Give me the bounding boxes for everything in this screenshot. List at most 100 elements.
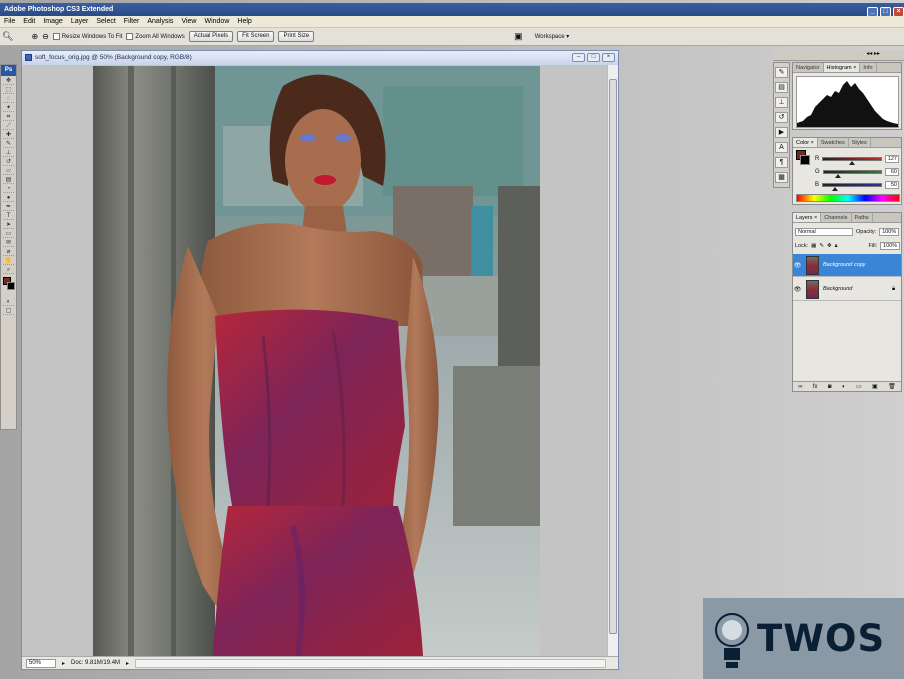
channel-value[interactable]: 50 — [885, 181, 899, 189]
channel-value[interactable]: 60 — [885, 168, 899, 176]
horizontal-scrollbar[interactable] — [135, 658, 606, 668]
zoom-all-checkbox[interactable] — [126, 33, 134, 40]
visibility-eye-icon[interactable]: 👁︎ — [793, 262, 802, 269]
background-color-swatch[interactable] — [800, 155, 810, 165]
tab-navigator[interactable]: Navigator — [793, 63, 824, 72]
slider-knob[interactable] — [831, 187, 838, 191]
brush-tool-icon[interactable]: ✎ — [3, 140, 14, 148]
blur-tool-icon[interactable]: ◔ — [3, 185, 14, 193]
history-brush-icon[interactable]: ↺ — [3, 158, 14, 166]
color-slider-b[interactable]: B 50 — [815, 179, 899, 191]
bridge-icon[interactable]: ▣ — [514, 31, 523, 42]
slider-track[interactable] — [822, 170, 883, 178]
fg-bg-swatches[interactable] — [796, 150, 810, 166]
eraser-tool-icon[interactable]: ▱ — [3, 167, 14, 175]
photo-canvas[interactable] — [93, 66, 540, 656]
shape-tool-icon[interactable]: ▭ — [3, 230, 14, 238]
menu-image[interactable]: Image — [43, 18, 62, 25]
lock-position-icon[interactable]: ✥ — [827, 243, 832, 249]
actual-pixels-button[interactable]: Actual Pixels — [188, 31, 234, 42]
hand-tool-icon[interactable]: ✋ — [3, 257, 14, 265]
layer-style-icon[interactable]: fx — [813, 384, 818, 390]
document-titlebar[interactable]: soft_focus_orig.jpg @ 50% (Background co… — [22, 51, 618, 65]
zoom-all-option[interactable]: Zoom All Windows — [126, 33, 185, 40]
doc-maximize-button[interactable]: □ — [587, 53, 600, 62]
zoom-in-icon[interactable]: ⊕ — [31, 32, 38, 41]
menu-analysis[interactable]: Analysis — [147, 18, 173, 25]
tool-presets-icon[interactable]: ▤ — [775, 82, 788, 93]
opacity-field[interactable]: 100% — [879, 228, 900, 236]
blend-mode-select[interactable]: Normal — [795, 228, 853, 236]
crop-tool-icon[interactable]: ⌗ — [3, 113, 14, 121]
layer-comps-icon[interactable]: ▦ — [775, 172, 788, 183]
clone-stamp-icon[interactable]: ⊥ — [3, 149, 14, 157]
pen-tool-icon[interactable]: ✒ — [3, 203, 14, 211]
dodge-tool-icon[interactable]: ● — [3, 194, 14, 202]
menu-help[interactable]: Help — [237, 18, 251, 25]
menu-select[interactable]: Select — [96, 18, 115, 25]
gradient-tool-icon[interactable]: ▤ — [3, 176, 14, 184]
color-spectrum[interactable] — [796, 194, 900, 202]
screen-mode-icon[interactable]: ▢ — [3, 307, 14, 315]
layer-row-background-copy[interactable]: 👁︎ Background copy — [793, 254, 901, 277]
healing-brush-icon[interactable]: ✚ — [3, 131, 14, 139]
slice-tool-icon[interactable]: ⟋ — [3, 122, 14, 130]
vertical-scrollbar[interactable] — [607, 65, 618, 657]
resize-windows-checkbox[interactable] — [52, 33, 60, 40]
brushes-icon[interactable]: ✎ — [775, 67, 788, 78]
eyedropper-icon[interactable]: ⌀ — [3, 248, 14, 256]
character-icon[interactable]: A — [775, 142, 788, 153]
delete-layer-icon[interactable]: 🗑︎ — [888, 383, 896, 390]
color-swatches-icon[interactable] — [3, 277, 15, 295]
quick-mask-icon[interactable]: ◐ — [3, 298, 14, 306]
doc-close-button[interactable]: × — [602, 53, 615, 62]
type-tool-icon[interactable]: T — [3, 212, 14, 220]
channel-value[interactable]: 127 — [885, 155, 899, 163]
tab-color[interactable]: Color × — [793, 138, 818, 147]
slider-track[interactable] — [822, 183, 882, 191]
magic-wand-icon[interactable]: ✦ — [3, 104, 14, 112]
tab-histogram[interactable]: Histogram × — [823, 63, 861, 72]
new-group-icon[interactable]: ▭ — [856, 383, 862, 390]
notes-tool-icon[interactable]: ✉ — [3, 239, 14, 247]
lock-image-icon[interactable]: ✎ — [819, 243, 824, 249]
fit-screen-button[interactable]: Fit Screen — [237, 31, 275, 42]
new-layer-icon[interactable]: ▣ — [872, 383, 878, 390]
canvas-area[interactable] — [22, 65, 608, 657]
tab-swatches[interactable]: Swatches — [818, 138, 849, 147]
vertical-scroll-thumb[interactable] — [609, 79, 617, 634]
lasso-tool-icon[interactable]: ◌ — [3, 95, 14, 103]
doc-minimize-button[interactable]: – — [572, 53, 585, 62]
layer-row-background[interactable]: 👁︎ Background 🔒︎ — [793, 278, 901, 301]
zoom-tool-icon[interactable]: 🔍︎ — [2, 31, 13, 42]
zoom-tool-box-icon[interactable]: ⌕ — [3, 266, 14, 274]
status-menu-icon[interactable]: ▸ — [62, 660, 65, 667]
visibility-eye-icon[interactable]: 👁︎ — [793, 286, 802, 293]
menu-layer[interactable]: Layer — [71, 18, 89, 25]
layer-mask-icon[interactable]: ◙ — [828, 384, 832, 390]
resize-windows-option[interactable]: Resize Windows To Fit — [52, 33, 122, 40]
color-slider-g[interactable]: G 60 — [815, 166, 899, 178]
menu-edit[interactable]: Edit — [23, 18, 35, 25]
marquee-tool-icon[interactable]: ⬚ — [3, 86, 14, 94]
history-icon[interactable]: ↺ — [775, 112, 788, 123]
menu-file[interactable]: File — [4, 18, 15, 25]
tab-info[interactable]: Info — [860, 63, 877, 72]
tab-channels[interactable]: Channels — [821, 213, 852, 222]
status-arrow-icon[interactable]: ▸ — [126, 660, 129, 667]
actions-icon[interactable]: ▶ — [775, 127, 788, 138]
zoom-out-icon[interactable]: ⊖ — [42, 32, 49, 41]
tab-paths[interactable]: Paths — [852, 213, 873, 222]
color-slider-r[interactable]: R 127 — [815, 153, 899, 165]
link-layers-icon[interactable]: ∞ — [798, 384, 802, 390]
tab-styles[interactable]: Styles — [849, 138, 871, 147]
adjustment-layer-icon[interactable]: ◐ — [842, 384, 846, 390]
slider-track[interactable] — [822, 157, 883, 165]
move-tool-icon[interactable]: ✥ — [3, 77, 14, 85]
menu-window[interactable]: Window — [204, 18, 229, 25]
print-size-button[interactable]: Print Size — [278, 31, 315, 42]
workspace-menu[interactable]: Workspace ▾ — [535, 33, 570, 40]
menu-filter[interactable]: Filter — [124, 18, 140, 25]
lock-all-icon[interactable]: 🔒︎ — [835, 243, 838, 250]
lock-transparency-icon[interactable]: ▦ — [811, 243, 816, 249]
